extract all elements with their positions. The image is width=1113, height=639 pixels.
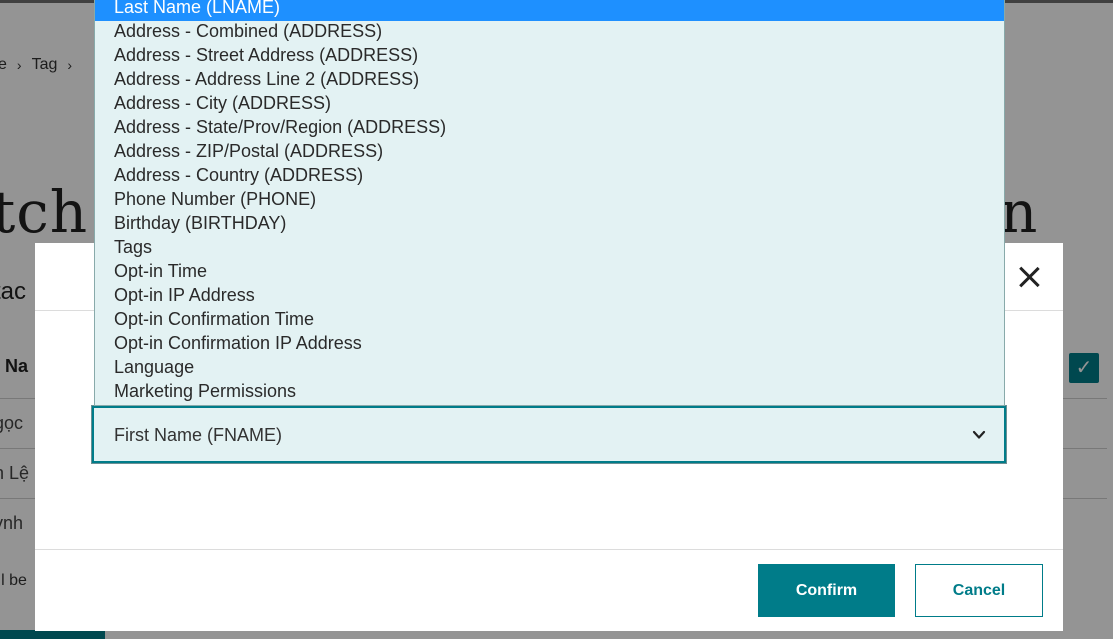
option-address-street[interactable]: Address - Street Address (ADDRESS) — [95, 45, 1004, 69]
field-select[interactable]: First Name (FNAME) — [91, 405, 1007, 464]
option-phone[interactable]: Phone Number (PHONE) — [95, 189, 1004, 213]
option-birthday[interactable]: Birthday (BIRTHDAY) — [95, 213, 1004, 237]
field-options-list[interactable]: Last Name (LNAME) Address - Combined (AD… — [94, 0, 1005, 406]
select-value: First Name (FNAME) — [114, 425, 282, 445]
option-tags[interactable]: Tags — [95, 237, 1004, 261]
close-icon[interactable] — [1015, 263, 1043, 291]
option-language[interactable]: Language — [95, 357, 1004, 381]
modal-footer — [35, 549, 1063, 631]
option-address-city[interactable]: Address - City (ADDRESS) — [95, 93, 1004, 117]
option-address-zip[interactable]: Address - ZIP/Postal (ADDRESS) — [95, 141, 1004, 165]
option-address-state[interactable]: Address - State/Prov/Region (ADDRESS) — [95, 117, 1004, 141]
option-optin-time[interactable]: Opt-in Time — [95, 261, 1004, 285]
chevron-down-icon — [972, 430, 986, 439]
cancel-button[interactable]: Cancel — [915, 564, 1043, 617]
option-optin-ip[interactable]: Opt-in IP Address — [95, 285, 1004, 309]
option-address-country[interactable]: Address - Country (ADDRESS) — [95, 165, 1004, 189]
option-last-name[interactable]: Last Name (LNAME) — [95, 0, 1004, 21]
option-marketing-permissions[interactable]: Marketing Permissions — [95, 381, 1004, 405]
option-optin-confirm-ip[interactable]: Opt-in Confirmation IP Address — [95, 333, 1004, 357]
option-address-combined[interactable]: Address - Combined (ADDRESS) — [95, 21, 1004, 45]
option-optin-confirm-time[interactable]: Opt-in Confirmation Time — [95, 309, 1004, 333]
confirm-button[interactable]: Confirm — [758, 564, 895, 617]
option-address-line-2[interactable]: Address - Address Line 2 (ADDRESS) — [95, 69, 1004, 93]
